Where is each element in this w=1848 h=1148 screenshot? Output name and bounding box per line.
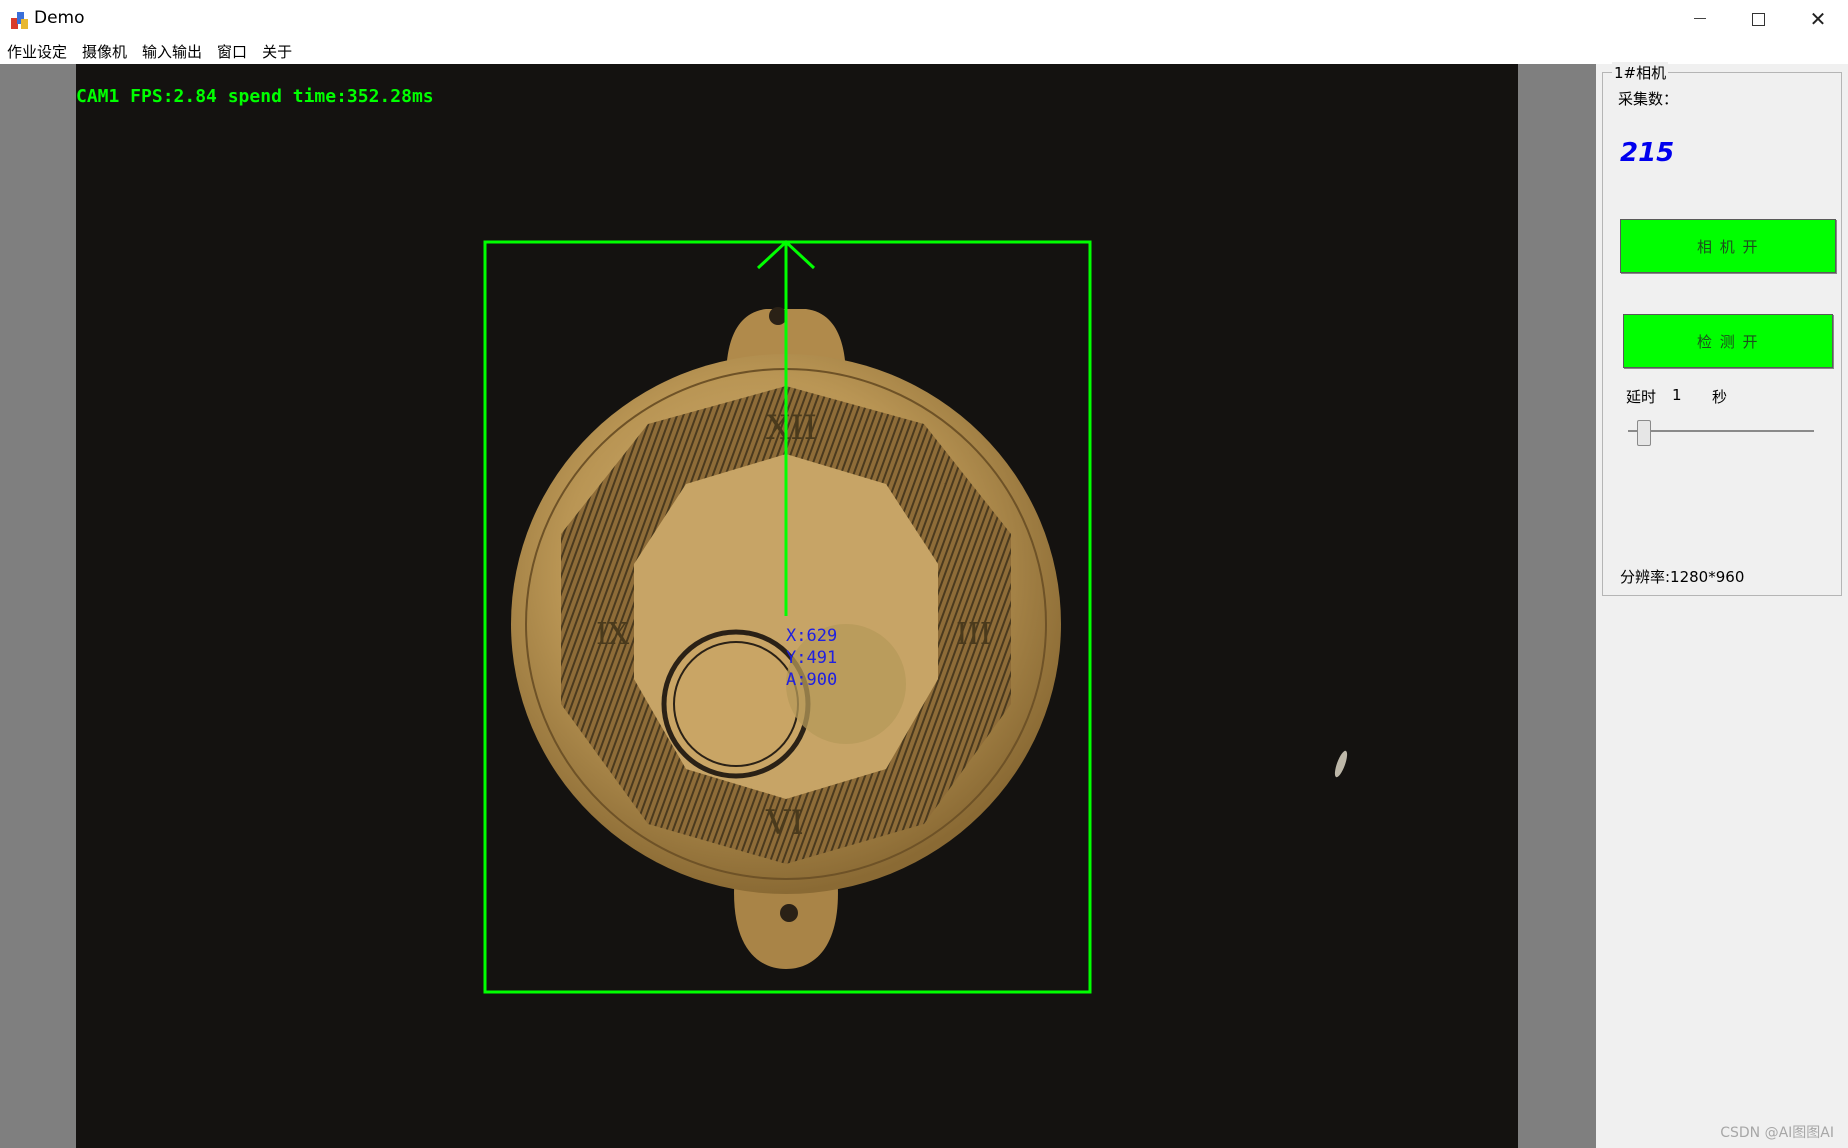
detect-open-button[interactable]: 检 测 开 [1623, 314, 1833, 368]
camera-view[interactable]: XII III VI IX CAM1 FPS:2.84 spend time:3… [76, 64, 1518, 1148]
coord-a: A:900 [786, 670, 838, 690]
menu-job-settings[interactable]: 作业设定 [0, 38, 75, 64]
menu-bar: 作业设定 摄像机 输入输出 窗口 关于 [0, 38, 1848, 64]
maximize-icon [1751, 12, 1765, 26]
camera-group-title: 1#相机 [1612, 62, 1669, 83]
camera-open-button[interactable]: 相 机 开 [1620, 219, 1836, 273]
svg-text:III: III [956, 617, 992, 652]
resolution-label: 分辨率:1280*960 [1620, 568, 1745, 586]
coord-x: X:629 [786, 626, 838, 646]
menu-camera[interactable]: 摄像机 [75, 38, 135, 64]
minimize-button[interactable] [1672, 0, 1728, 38]
watermark: CSDN @AI图图AI [1720, 1125, 1834, 1141]
delay-label: 延时 [1626, 388, 1657, 406]
menu-window[interactable]: 窗口 [210, 38, 255, 64]
close-icon: ✕ [1809, 7, 1827, 31]
delay-slider-thumb[interactable] [1637, 420, 1651, 446]
app-icon [11, 12, 28, 29]
delay-slider-track[interactable] [1628, 430, 1814, 432]
maximize-button[interactable] [1730, 0, 1786, 38]
camera-image: XII III VI IX [483, 239, 1348, 994]
delay-value: 1 [1672, 386, 1682, 404]
menu-io[interactable]: 输入输出 [135, 38, 210, 64]
svg-text:XII: XII [766, 408, 817, 448]
close-button[interactable]: ✕ [1790, 0, 1846, 38]
delay-unit: 秒 [1712, 388, 1728, 406]
capture-count-value: 215 [1620, 138, 1675, 168]
svg-text:IX: IX [596, 617, 630, 652]
window-title: Demo [34, 8, 85, 28]
coord-y: Y:491 [786, 648, 838, 668]
menu-about[interactable]: 关于 [255, 38, 300, 64]
svg-text:VI: VI [765, 803, 804, 843]
minimize-icon [1694, 17, 1706, 19]
title-bar: Demo ✕ [0, 0, 1848, 38]
fps-overlay: CAM1 FPS:2.84 spend time:352.28ms [76, 86, 434, 107]
capture-count-label: 采集数： [1618, 90, 1679, 108]
